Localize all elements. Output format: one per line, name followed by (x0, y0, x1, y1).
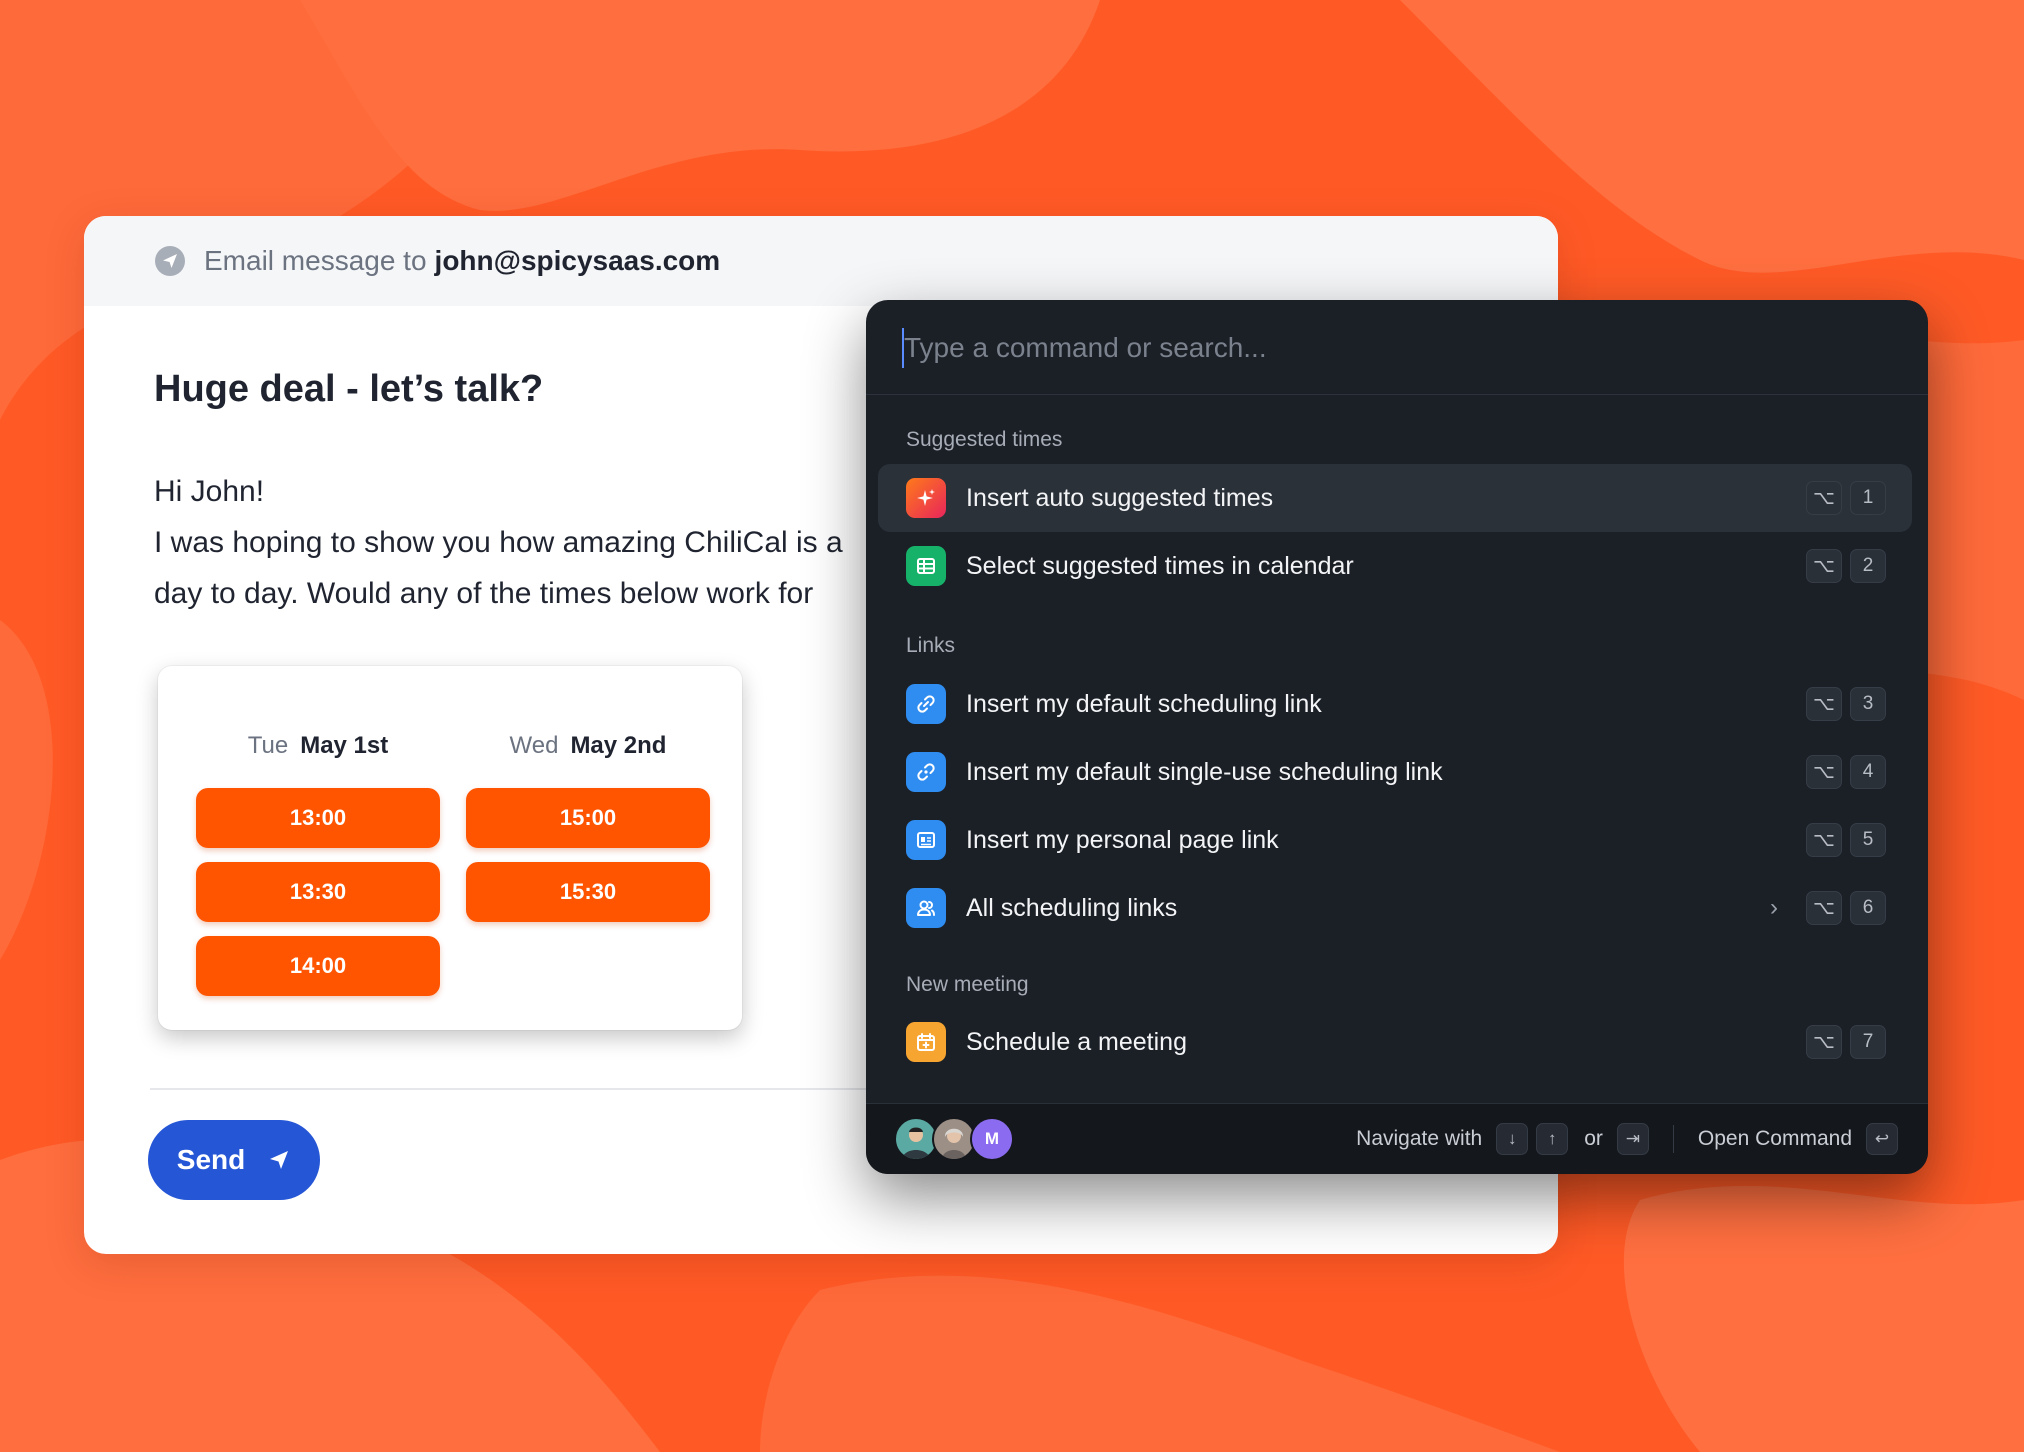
time-slot-button[interactable]: 15:00 (466, 788, 710, 848)
email-body-line: I was hoping to show you how amazing Chi… (154, 526, 843, 559)
tab-key-icon: ⇥ (1616, 1123, 1649, 1155)
number-key: 5 (1850, 823, 1886, 857)
option-key: ⌥ (1806, 823, 1842, 857)
users-icon (906, 888, 946, 928)
shortcut: ⌥ 5 (1806, 823, 1886, 857)
number-key: 3 (1850, 687, 1886, 721)
avatar-group: M (894, 1117, 1014, 1161)
calendar-plus-icon (906, 1022, 946, 1062)
command-search-bar (866, 300, 1928, 395)
paper-plane-icon (155, 246, 185, 276)
section-label-suggested: Suggested times (906, 428, 1063, 451)
shortcut: ⌥ 4 (1806, 755, 1886, 789)
command-label: All scheduling links (966, 893, 1178, 922)
time-slot-button[interactable]: 13:30 (196, 862, 440, 922)
personal-page-icon (906, 820, 946, 860)
shortcut: ⌥ 2 (1806, 549, 1886, 583)
day-header: Tue May 1st (196, 732, 440, 760)
number-key: 4 (1850, 755, 1886, 789)
recipient-address[interactable]: john@spicysaas.com (435, 245, 721, 277)
arrow-down-icon: ↓ (1496, 1123, 1529, 1155)
day-date: May 1st (300, 732, 389, 759)
shortcut: ⌥ 3 (1806, 687, 1886, 721)
sparkle-icon (906, 478, 946, 518)
footer-hints: Navigate with ↓ ↑ or ⇥ Open Command ↩ (1356, 1123, 1898, 1155)
command-item-auto-suggested[interactable]: Insert auto suggested times ⌥ 1 (878, 464, 1912, 532)
number-key: 1 (1850, 481, 1886, 515)
enter-key-icon: ↩ (1866, 1123, 1898, 1155)
email-body-line: day to day. Would any of the times below… (154, 577, 814, 610)
number-key: 6 (1850, 891, 1886, 925)
command-item-all-scheduling-links[interactable]: All scheduling links › ⌥ 6 (878, 874, 1912, 942)
option-key: ⌥ (1806, 687, 1842, 721)
chevron-right-icon: › (1770, 894, 1778, 921)
command-item-select-in-calendar[interactable]: Select suggested times in calendar ⌥ 2 (878, 532, 1912, 600)
email-header: Email message to john@spicysaas.com (84, 216, 1558, 306)
calendar-grid-icon (906, 546, 946, 586)
day-date: May 2nd (570, 732, 667, 759)
email-greeting: Hi John! (154, 475, 265, 508)
arrow-up-icon: ↑ (1536, 1123, 1569, 1155)
time-slot-button[interactable]: 13:00 (196, 788, 440, 848)
shortcut: ⌥ 6 (1806, 891, 1886, 925)
command-item-default-link[interactable]: Insert my default scheduling link ⌥ 3 (878, 670, 1912, 738)
open-command-label[interactable]: Open Command (1698, 1127, 1852, 1151)
day-name: Tue (247, 732, 289, 759)
day-name: Wed (509, 732, 559, 759)
command-palette: Suggested times Insert auto suggested ti… (866, 300, 1928, 1174)
send-arrow-icon (270, 1151, 289, 1169)
or-text: or (1584, 1127, 1603, 1150)
command-label: Insert my personal page link (966, 825, 1279, 854)
command-label: Insert auto suggested times (966, 483, 1274, 512)
number-key: 7 (1850, 1025, 1886, 1059)
send-label: Send (176, 1144, 246, 1175)
number-key: 2 (1850, 549, 1886, 583)
section-label-new-meeting: New meeting (906, 973, 1029, 996)
option-key: ⌥ (1806, 891, 1842, 925)
single-use-link-icon (906, 752, 946, 792)
command-item-single-use-link[interactable]: Insert my default single-use scheduling … (878, 738, 1912, 806)
email-header-prefix: Email message to (204, 245, 427, 276)
shortcut: ⌥ 1 (1806, 481, 1886, 515)
option-key: ⌥ (1806, 549, 1842, 583)
command-item-personal-page-link[interactable]: Insert my personal page link ⌥ 5 (878, 806, 1912, 874)
option-key: ⌥ (1806, 481, 1842, 515)
palette-footer: M Navigate with ↓ ↑ or ⇥ Open Command ↩ (866, 1103, 1928, 1174)
link-icon (906, 684, 946, 724)
time-slot-button[interactable]: 15:30 (466, 862, 710, 922)
send-button[interactable]: Send (148, 1120, 320, 1200)
option-key: ⌥ (1806, 755, 1842, 789)
shortcut: ⌥ 7 (1806, 1025, 1886, 1059)
command-search-input[interactable] (902, 326, 1806, 370)
day-header: Wed May 2nd (466, 732, 710, 760)
suggested-times-card: Tue May 1st 13:00 13:30 14:00 Wed May 2nd … (158, 666, 742, 1030)
section-label-links: Links (906, 634, 956, 657)
command-item-schedule-meeting[interactable]: Schedule a meeting ⌥ 7 (878, 1008, 1912, 1076)
avatar[interactable]: M (970, 1117, 1014, 1161)
navigate-hint: Navigate with (1356, 1127, 1483, 1150)
command-label: Select suggested times in calendar (966, 551, 1354, 580)
command-label: Insert my default scheduling link (966, 689, 1322, 718)
command-label: Insert my default single-use scheduling … (966, 757, 1443, 786)
command-label: Schedule a meeting (966, 1027, 1187, 1056)
option-key: ⌥ (1806, 1025, 1842, 1059)
footer-separator (1672, 1125, 1674, 1153)
email-body[interactable]: Hi John! I was hoping to show you how am… (154, 466, 974, 619)
time-slot-button[interactable]: 14:00 (196, 936, 440, 996)
email-subject[interactable]: Huge deal - let’s talk? (154, 368, 543, 411)
